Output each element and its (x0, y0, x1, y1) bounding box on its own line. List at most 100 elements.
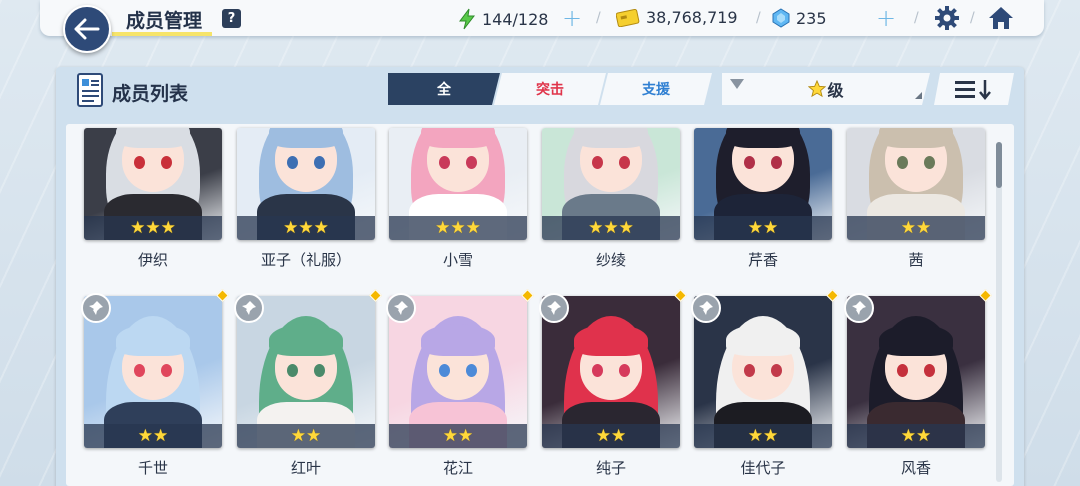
member-name: 佳代子 (740, 459, 786, 477)
home-button[interactable] (986, 4, 1016, 32)
title-underline (112, 32, 212, 36)
pin-icon[interactable] (844, 293, 874, 323)
star-rating: ★★ (542, 424, 680, 448)
help-button[interactable]: ? (222, 9, 241, 28)
stamina-counter: 144/128 (458, 8, 548, 30)
settings-button[interactable] (932, 4, 962, 32)
sort-list-icon (953, 78, 995, 100)
eye-left (134, 156, 145, 169)
member-name: 茜 (908, 251, 924, 269)
star-rating: ★★ (694, 424, 832, 448)
scrollbar-track[interactable] (996, 142, 1002, 482)
credits-counter: 38,768,719 (616, 8, 738, 27)
role-tabs: 全 突击 支援 (388, 73, 706, 105)
pin-icon[interactable] (386, 293, 416, 323)
star-rating: ★★ (237, 424, 375, 448)
eye-right (924, 364, 935, 377)
eye-right (771, 156, 782, 169)
eye-left (897, 156, 908, 169)
member-name: 风香 (900, 459, 931, 477)
bangs-shape (574, 324, 648, 356)
member-card[interactable]: ★★ 佳代子 (691, 289, 839, 479)
member-portrait: ★★ (847, 128, 985, 240)
member-card[interactable]: ★★★ 小雪 (389, 128, 527, 271)
member-name: 亚子（礼服） (260, 251, 351, 269)
divider: / (756, 10, 761, 26)
member-name: 千世 (137, 459, 168, 477)
credit-card-icon (616, 8, 640, 27)
eye-right (161, 156, 172, 169)
star-rating: ★★★ (542, 216, 680, 240)
member-name: 伊织 (137, 251, 168, 269)
star-rating: ★★ (847, 216, 985, 240)
eye-left (439, 364, 450, 377)
back-button[interactable] (63, 5, 111, 53)
page-title: 成员管理 (126, 10, 203, 32)
star-filter-dropdown[interactable]: 级 (722, 73, 930, 105)
eye-left (592, 156, 603, 169)
member-portrait: ★★★ (237, 128, 375, 240)
dropdown-corner-icon (915, 92, 922, 99)
filter-label: 级 (827, 81, 844, 100)
stamina-value: 144/128 (482, 9, 549, 29)
member-card[interactable]: ★★ 花江 (386, 289, 534, 479)
star-rating: ★★ (389, 424, 527, 448)
eye-right (314, 156, 325, 169)
divider: / (596, 10, 601, 26)
star-rating: ★★★ (237, 216, 375, 240)
add-stamina-button[interactable]: + (562, 4, 582, 32)
pin-icon[interactable] (691, 293, 721, 323)
scrollbar-thumb[interactable] (996, 142, 1002, 188)
member-card[interactable]: ★★★ 亚子（礼服） (237, 128, 375, 271)
eye-left (287, 364, 298, 377)
bangs-shape (726, 128, 800, 148)
member-card[interactable]: ★★ 红叶 (234, 289, 382, 479)
bangs-shape (726, 324, 800, 356)
star-rating: ★★★ (84, 216, 222, 240)
bangs-shape (269, 128, 343, 148)
gems-value: 235 (796, 8, 827, 28)
tab-assault[interactable]: 突击 (494, 73, 606, 105)
divider: / (914, 10, 919, 26)
eye-right (466, 156, 477, 169)
member-name: 芹香 (747, 251, 778, 269)
eye-right (924, 156, 935, 169)
member-card[interactable]: ★★★ 伊织 (84, 128, 222, 271)
gem-icon (772, 8, 790, 28)
star-icon (808, 80, 826, 98)
member-card[interactable]: ★★ 芹香 (694, 128, 832, 271)
tab-support[interactable]: 支援 (600, 73, 712, 105)
sort-button[interactable] (934, 73, 1014, 105)
member-card[interactable]: ★★ 风香 (844, 289, 992, 479)
star-rating: ★★★ (389, 216, 527, 240)
bangs-shape (116, 128, 190, 148)
member-name: 小雪 (442, 251, 473, 269)
star-rating: ★★ (847, 424, 985, 448)
pin-icon[interactable] (234, 293, 264, 323)
member-card[interactable]: ★★ 千世 (81, 289, 229, 479)
member-portrait: ★★ (694, 128, 832, 240)
bangs-shape (421, 128, 495, 148)
home-icon (989, 7, 1013, 29)
eye-left (592, 364, 603, 377)
pin-icon[interactable] (539, 293, 569, 323)
star-rating: ★★ (84, 424, 222, 448)
lightning-icon (459, 8, 476, 30)
eye-right (771, 364, 782, 377)
gear-icon (935, 6, 959, 30)
tab-all[interactable]: 全 (388, 73, 500, 105)
pin-icon[interactable] (81, 293, 111, 323)
member-card[interactable]: ★★ 茜 (847, 128, 985, 271)
star-rating: ★★ (694, 216, 832, 240)
member-card[interactable]: ★★★ 纱绫 (542, 128, 680, 271)
member-card[interactable]: ★★ 纯子 (539, 289, 687, 479)
add-gems-button[interactable]: + (876, 4, 896, 32)
member-portrait: ★★★ (84, 128, 222, 240)
member-name: 花江 (442, 459, 473, 477)
eye-left (744, 156, 755, 169)
eye-left (439, 156, 450, 169)
eye-right (466, 364, 477, 377)
eye-left (134, 364, 145, 377)
credits-value: 38,768,719 (646, 8, 738, 27)
bangs-shape (421, 324, 495, 356)
